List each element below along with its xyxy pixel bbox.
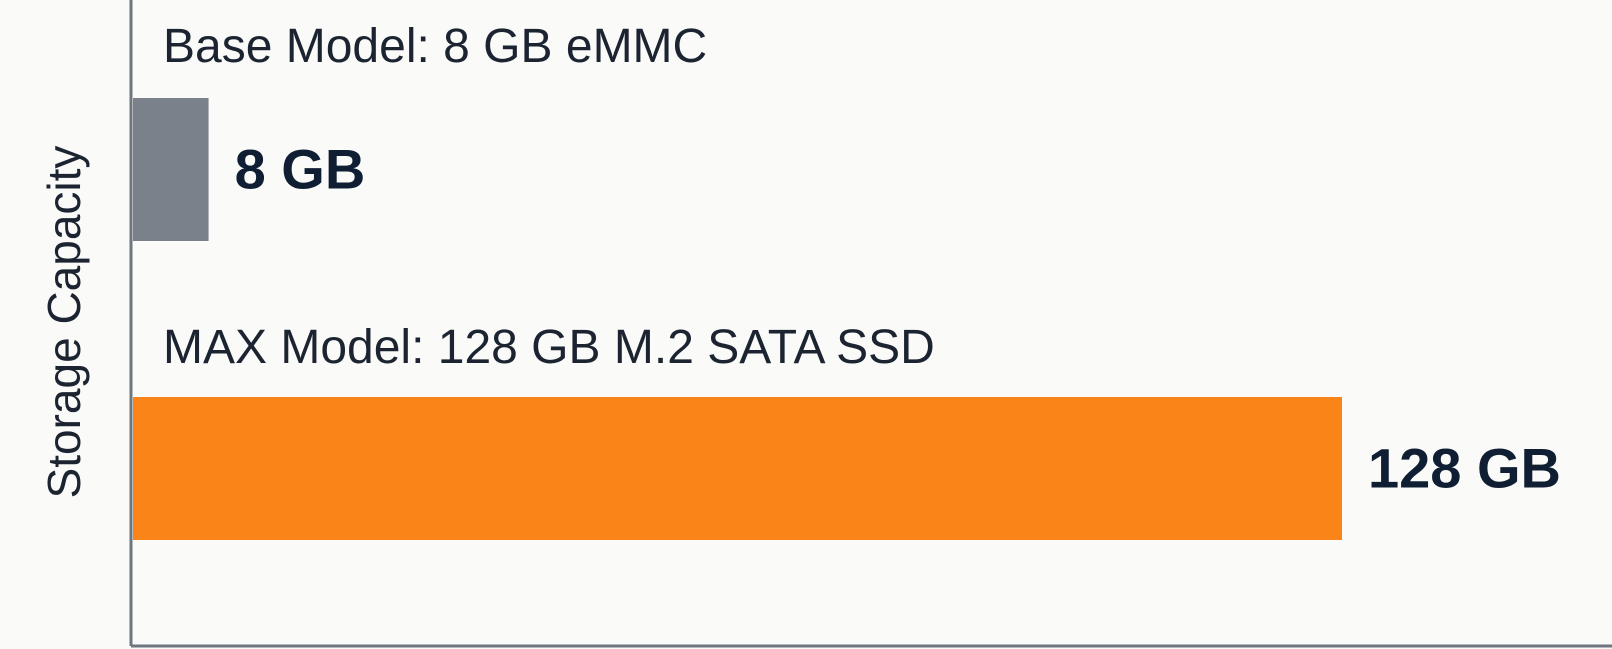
bar xyxy=(133,397,1342,540)
bar-value-label: 8 GB xyxy=(235,138,366,201)
y-axis-label: Storage Capacity xyxy=(38,146,90,499)
category-label: Base Model: 8 GB eMMC xyxy=(163,20,707,73)
bars-layer: Base Model: 8 GB eMMC 8 GB MAX Model: 128 … xyxy=(133,20,1561,540)
bar xyxy=(133,98,209,241)
category-label: MAX Model: 128 GB M.2 SATA SSD xyxy=(163,321,935,374)
bar-value-label: 128 GB xyxy=(1368,437,1561,500)
storage-capacity-chart: Storage Capacity Base Model: 8 GB eMMC 8 … xyxy=(38,0,1612,648)
